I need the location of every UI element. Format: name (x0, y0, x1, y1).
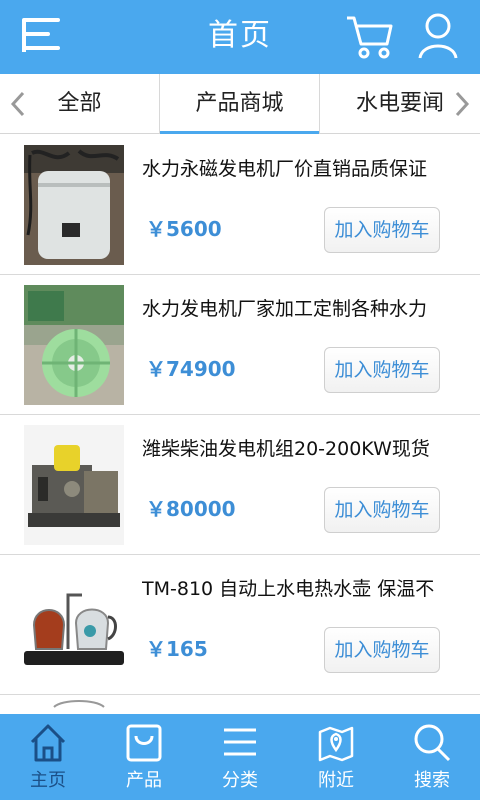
product-name[interactable]: 潍柴柴油发电机组20-200KW现货 (142, 435, 472, 463)
list-icon (220, 722, 260, 764)
chevron-right-icon[interactable] (452, 90, 472, 118)
tab-all[interactable]: 全部 (0, 74, 160, 134)
user-icon[interactable] (416, 10, 460, 62)
home-icon (28, 722, 68, 764)
add-to-cart-button[interactable]: 加入购物车 (324, 487, 440, 533)
next-product-item-partial[interactable] (0, 695, 480, 715)
nav-products[interactable]: 产品 (96, 714, 192, 800)
map-pin-icon (316, 722, 356, 764)
bottom-nav: 主页 产品 分类 附近 搜索 (0, 714, 480, 800)
product-image[interactable] (24, 565, 124, 685)
add-to-cart-button[interactable]: 加入购物车 (324, 347, 440, 393)
product-image[interactable] (24, 285, 124, 405)
search-icon (412, 722, 452, 764)
nav-search-label: 搜索 (414, 770, 450, 791)
nav-categories-label: 分类 (222, 770, 258, 791)
product-name[interactable]: 水力发电机厂家加工定制各种水力 (142, 295, 472, 323)
product-item[interactable]: 潍柴柴油发电机组20-200KW现货 ￥80000 加入购物车 (0, 415, 480, 555)
nav-search[interactable]: 搜索 (384, 714, 480, 800)
product-item[interactable]: 水力发电机厂家加工定制各种水力 ￥74900 加入购物车 (0, 275, 480, 415)
page-title: 首页 (208, 18, 272, 53)
product-price: ￥165 (146, 637, 208, 661)
category-tabs: 全部 产品商城 水电要闻 (0, 74, 480, 134)
product-price: ￥74900 (146, 357, 236, 381)
product-image[interactable] (24, 145, 124, 265)
product-list: 水力永磁发电机厂价直销品质保证 ￥5600 加入购物车 水力发电机厂家加工定制各… (0, 135, 480, 695)
app-screen: 首页 全部 产品商城 水电要闻 水力永磁发电机厂价直销品质保证 ￥5600 加入… (0, 0, 480, 800)
nav-nearby[interactable]: 附近 (288, 714, 384, 800)
nav-home-label: 主页 (30, 770, 66, 791)
product-item[interactable]: TM-810 自动上水电热水壶 保温不 ￥165 加入购物车 (0, 555, 480, 695)
nav-nearby-label: 附近 (318, 770, 354, 791)
cart-icon[interactable] (344, 10, 396, 62)
nav-categories[interactable]: 分类 (192, 714, 288, 800)
product-name[interactable]: 水力永磁发电机厂价直销品质保证 (142, 155, 472, 183)
add-to-cart-button[interactable]: 加入购物车 (324, 627, 440, 673)
product-name[interactable]: TM-810 自动上水电热水壶 保温不 (142, 575, 472, 603)
product-price: ￥5600 (146, 217, 222, 241)
nav-home[interactable]: 主页 (0, 714, 96, 800)
shopping-bag-icon (124, 722, 164, 764)
product-price: ￥80000 (146, 497, 236, 521)
add-to-cart-button[interactable]: 加入购物车 (324, 207, 440, 253)
top-header: 首页 (0, 0, 480, 74)
product-image[interactable] (24, 425, 124, 545)
nav-products-label: 产品 (126, 770, 162, 791)
product-item[interactable]: 水力永磁发电机厂价直销品质保证 ￥5600 加入购物车 (0, 135, 480, 275)
tab-product-mall[interactable]: 产品商城 (160, 74, 320, 134)
